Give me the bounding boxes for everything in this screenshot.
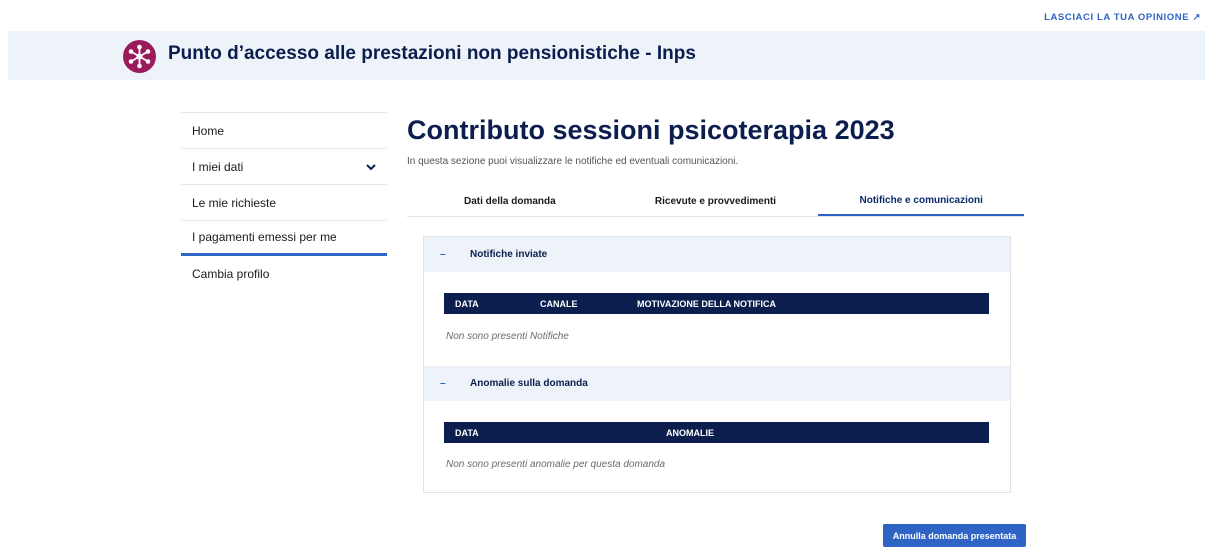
chevron-down-icon[interactable] [365,161,377,173]
tab-receipts[interactable]: Ricevute e provvedimenti [613,187,819,216]
column-header: DATA [455,299,479,309]
page-title: Contributo sessioni psicoterapia 2023 [407,115,895,145]
feedback-link-label: LASCIACI LA TUA OPINIONE [1044,12,1190,23]
accordion-title: Notifiche inviate [470,249,548,260]
accordion-anomalies-header[interactable]: – Anomalie sulla domanda [424,366,1010,401]
column-header: DATA [455,428,479,438]
sidebar-item-label: I miei dati [192,159,244,174]
sidebar-item-change-profile[interactable]: Cambia profilo [181,256,387,292]
cancel-application-button[interactable]: Annulla domanda presentata [883,524,1026,547]
column-header: MOTIVAZIONE DELLA NOTIFICA [637,299,776,309]
accordion-notifications-header[interactable]: – Notifiche inviate [424,237,1010,272]
sidebar-item-home[interactable]: Home [181,112,387,148]
network-nodes-icon[interactable] [123,40,156,73]
collapse-icon[interactable]: – [424,378,470,389]
sidebar-item-label: Home [192,123,225,138]
collapse-icon[interactable]: – [424,249,470,260]
anomalies-table-header: DATA ANOMALIE [444,422,989,443]
sidebar-item-label: Le mie richieste [192,195,277,210]
sidebar-item-payments[interactable]: I pagamenti emessi per me [181,220,387,256]
column-header: CANALE [540,299,578,309]
external-link-icon: ↗ [1192,12,1201,23]
notifications-table-header: DATA CANALE MOTIVAZIONE DELLA NOTIFICA [444,293,989,314]
app-title: Punto d’accesso alle prestazioni non pen… [168,43,696,64]
accordion-title: Anomalie sulla domanda [470,378,588,389]
sidebar-nav: Home I miei dati Le mie richieste I paga… [181,112,387,292]
sidebar-item-label: Cambia profilo [192,267,270,281]
notifications-panel: – Notifiche inviate DATA CANALE MOTIVAZI… [423,236,1011,493]
sidebar-item-label: I pagamenti emessi per me [192,230,337,244]
page-intro: In questa sezione puoi visualizzare le n… [407,156,739,167]
empty-anomalies-message: Non sono presenti anomalie per questa do… [446,459,666,470]
tab-notifications[interactable]: Notifiche e comunicazioni [818,187,1025,216]
empty-notifications-message: Non sono presenti Notifiche [446,331,569,342]
tab-bar: Dati della domanda Ricevute e provvedime… [407,187,1025,217]
feedback-link[interactable]: LASCIACI LA TUA OPINIONE ↗ [1044,12,1201,23]
sidebar-item-my-data[interactable]: I miei dati [181,148,387,184]
column-header: ANOMALIE [666,428,714,438]
tab-application-data[interactable]: Dati della domanda [407,187,613,216]
sidebar-item-my-requests[interactable]: Le mie richieste [181,184,387,220]
